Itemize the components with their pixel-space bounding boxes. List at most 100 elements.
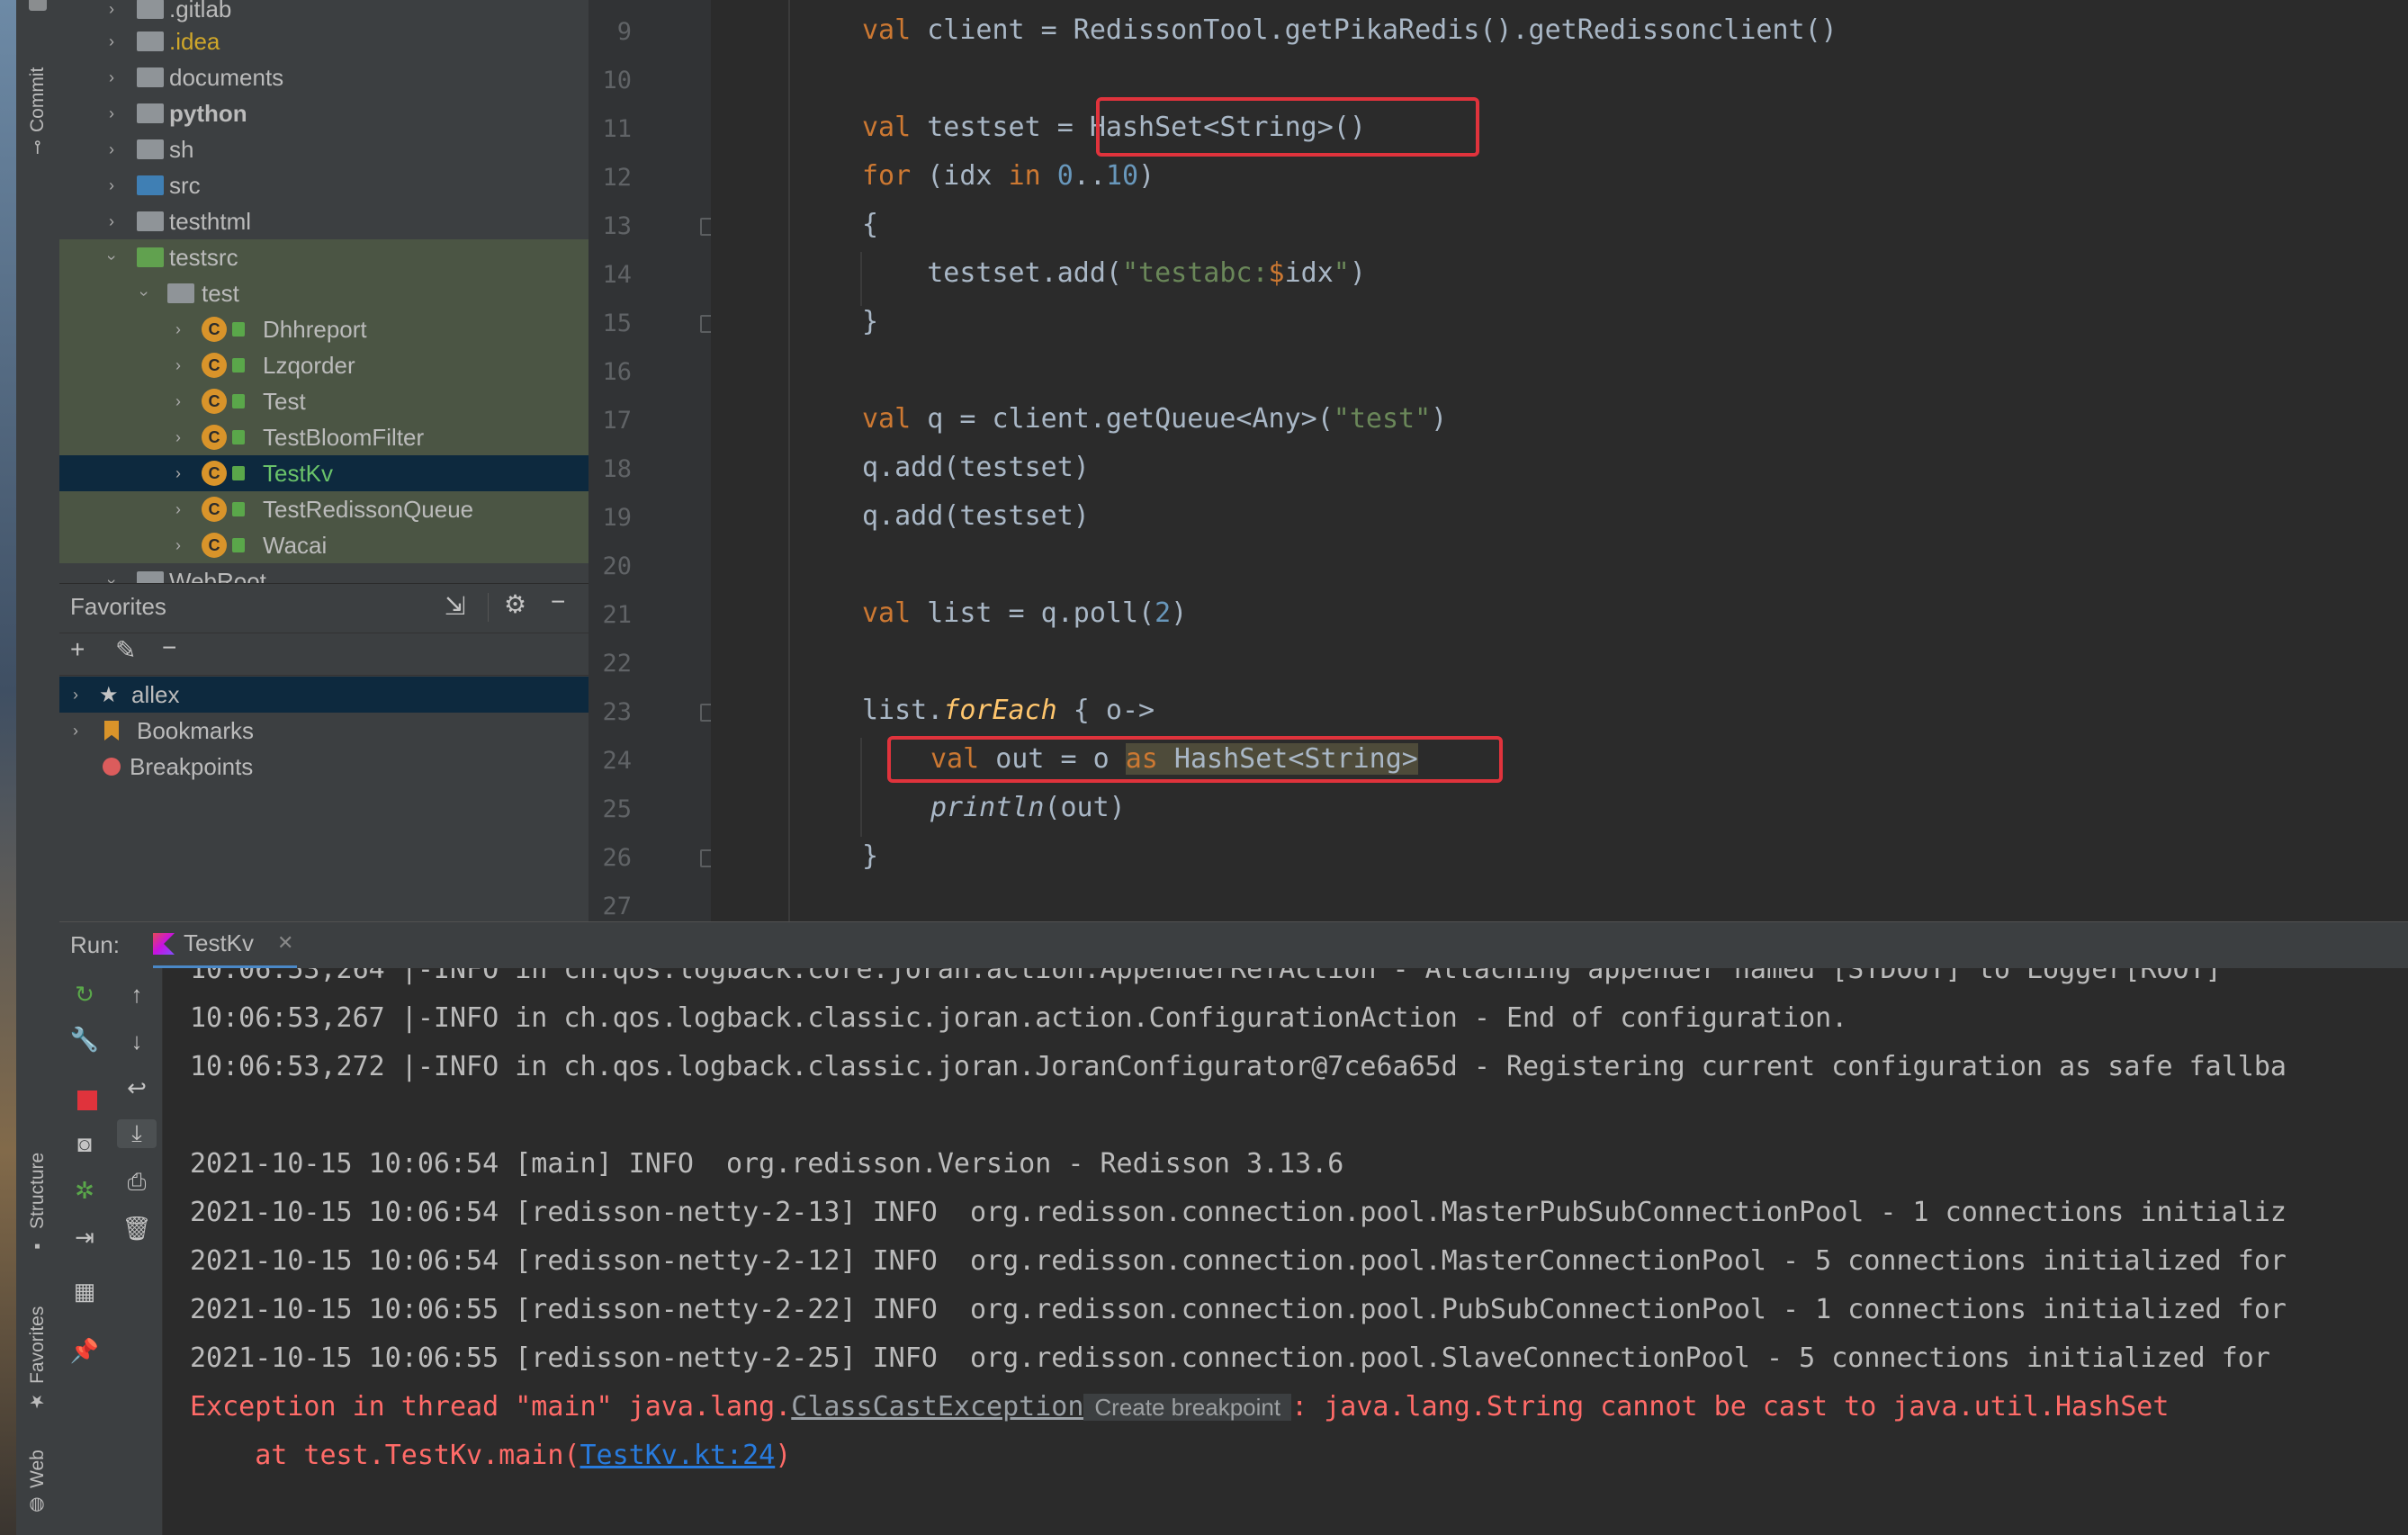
camera-icon[interactable]: ◙	[67, 1130, 103, 1158]
chevron-right-icon[interactable]: ›	[103, 212, 121, 231]
tree-item-class[interactable]: › C Test	[59, 383, 589, 419]
line-number: 21	[602, 601, 632, 629]
line-number: 24	[602, 747, 632, 775]
stop-icon[interactable]	[77, 1091, 97, 1110]
favorites-item-allex[interactable]: › ★ allex	[59, 677, 589, 713]
tree-item-sh[interactable]: › sh	[59, 131, 589, 167]
commit-tool-button[interactable]: ⊸ Commit	[20, 47, 56, 155]
source-location-link[interactable]: TestKv.kt:24	[580, 1440, 775, 1471]
tree-item-src[interactable]: › src	[59, 167, 589, 203]
trash-icon[interactable]: 🗑	[119, 1215, 155, 1243]
favorites-item-label: allex	[131, 680, 180, 708]
chevron-right-icon[interactable]: ›	[169, 500, 187, 519]
folder-icon	[137, 571, 164, 583]
remove-icon[interactable]: −	[162, 633, 176, 662]
chevron-down-icon[interactable]: ›	[103, 248, 121, 266]
tree-item-label: .gitlab	[169, 0, 232, 22]
tree-item-webroot[interactable]: › WebRoot	[59, 563, 589, 583]
chevron-right-icon[interactable]: ›	[169, 392, 187, 411]
tree-item-testsrc[interactable]: › testsrc	[59, 239, 589, 275]
package-icon	[167, 283, 194, 303]
code-editor[interactable]: val client = RedissonTool.getPikaRedis()…	[711, 0, 2408, 921]
tree-item-label: testsrc	[169, 243, 238, 271]
exception-class-link[interactable]: ClassCastException	[791, 1391, 1083, 1423]
commit-label: Commit	[27, 67, 48, 133]
code-line-26: }	[862, 840, 879, 872]
soft-wrap-icon[interactable]: ↩	[119, 1074, 155, 1102]
chevron-right-icon[interactable]: ›	[103, 0, 121, 19]
tree-item-label: Dhhreport	[263, 315, 367, 343]
create-breakpoint-tooltip[interactable]: Create breakpoint	[1083, 1394, 1292, 1421]
structure-tool-button[interactable]: ▪ Structure	[20, 1130, 56, 1256]
add-icon[interactable]: +	[70, 635, 85, 664]
debug-icon[interactable]: ✲	[67, 1177, 103, 1205]
wrench-icon[interactable]: 🔧	[67, 1026, 103, 1054]
rerun-icon[interactable]: ↻	[67, 981, 103, 1009]
chevron-right-icon[interactable]: ›	[67, 686, 85, 705]
web-tool-button[interactable]: ◍ Web	[20, 1436, 56, 1517]
line-number: 10	[602, 67, 632, 94]
chevron-right-icon[interactable]: ›	[103, 68, 121, 87]
run-panel-header: Run: TestKv ✕	[59, 921, 2408, 969]
gear-icon[interactable]: ⚙	[504, 589, 526, 619]
line-number: 23	[602, 698, 632, 726]
tree-item-testhtml[interactable]: › testhtml	[59, 203, 589, 239]
chevron-right-icon[interactable]: ›	[103, 176, 121, 195]
tree-item-documents[interactable]: › documents	[59, 59, 589, 95]
favorites-item-bookmarks[interactable]: › Bookmarks	[59, 713, 589, 749]
run-tab-testkv[interactable]: TestKv ✕	[153, 922, 297, 969]
hide-icon[interactable]: −	[551, 588, 565, 616]
favorites-tool-button[interactable]: ★ Favorites	[20, 1287, 56, 1413]
web-label: Web	[27, 1450, 48, 1488]
tree-item-class[interactable]: › C Lzqorder	[59, 347, 589, 383]
tree-item-test-package[interactable]: › test	[59, 275, 589, 311]
chevron-down-icon[interactable]: ›	[135, 284, 154, 302]
tree-item-class[interactable]: › C Dhhreport	[59, 311, 589, 347]
print-icon[interactable]: ⎙	[119, 1168, 155, 1197]
chevron-right-icon[interactable]: ›	[169, 536, 187, 555]
line-number: 12	[602, 164, 632, 192]
edit-icon[interactable]: ✎	[115, 635, 136, 665]
tree-item-class[interactable]: › C TestBloomFilter	[59, 419, 589, 455]
tree-item-label: TestBloomFilter	[263, 423, 425, 451]
tree-item-python[interactable]: › python	[59, 95, 589, 131]
close-icon[interactable]: ✕	[277, 931, 293, 955]
chevron-right-icon[interactable]: ›	[169, 428, 187, 447]
favorites-item-label: Breakpoints	[130, 752, 254, 780]
tree-item-class[interactable]: › C TestRedissonQueue	[59, 491, 589, 527]
arrow-up-icon[interactable]: ↑	[119, 981, 155, 1009]
arrow-down-icon[interactable]: ↓	[119, 1028, 155, 1055]
exit-icon[interactable]: ⇥	[67, 1224, 103, 1252]
collapse-all-icon[interactable]: ⇲	[445, 591, 465, 621]
bookmark-icon	[104, 721, 119, 741]
tree-item-class[interactable]: › C Wacai	[59, 527, 589, 563]
folder-icon	[137, 211, 164, 231]
tree-item-idea[interactable]: › .idea	[59, 23, 589, 59]
layout-icon[interactable]: ▦	[67, 1278, 103, 1306]
indent-guide	[860, 738, 862, 837]
editor-gutter[interactable]: 9 10 11 12 13 14 15 16 17 18 19 20 21 22…	[589, 0, 718, 921]
chevron-right-icon[interactable]: ›	[169, 356, 187, 375]
tree-item-label: testhtml	[169, 207, 252, 235]
tree-item-class-selected[interactable]: › C TestKv	[59, 455, 589, 491]
top-stripe-button[interactable]	[29, 0, 47, 11]
chevron-right-icon[interactable]: ›	[67, 722, 85, 741]
chevron-right-icon[interactable]: ›	[103, 140, 121, 159]
chevron-right-icon[interactable]: ›	[103, 104, 121, 123]
favorites-item-breakpoints[interactable]: Breakpoints	[59, 749, 589, 785]
console-output[interactable]: 10:06:53,264 |-INFO in ch.qos.logback.co…	[163, 968, 2408, 1535]
chevron-right-icon[interactable]: ›	[169, 320, 187, 339]
pin-icon[interactable]: 📌	[67, 1337, 103, 1365]
scroll-to-end-icon[interactable]: ⤓	[117, 1119, 157, 1148]
chevron-down-icon[interactable]: ›	[103, 572, 121, 583]
favorites-panel: Favorites ⇲ ⚙ − + ✎ − › ★ allex › Bookma…	[59, 583, 589, 921]
tree-item-label: Lzqorder	[263, 351, 355, 379]
code-line-25: println(out)	[930, 792, 1126, 823]
tree-item-label: test	[202, 279, 239, 307]
line-number: 22	[602, 650, 632, 678]
tree-item-label: Test	[263, 387, 306, 415]
run-marker-icon	[232, 538, 245, 552]
chevron-right-icon[interactable]: ›	[103, 32, 121, 51]
chevron-right-icon[interactable]: ›	[169, 464, 187, 483]
favorites-title: Favorites	[70, 593, 166, 620]
